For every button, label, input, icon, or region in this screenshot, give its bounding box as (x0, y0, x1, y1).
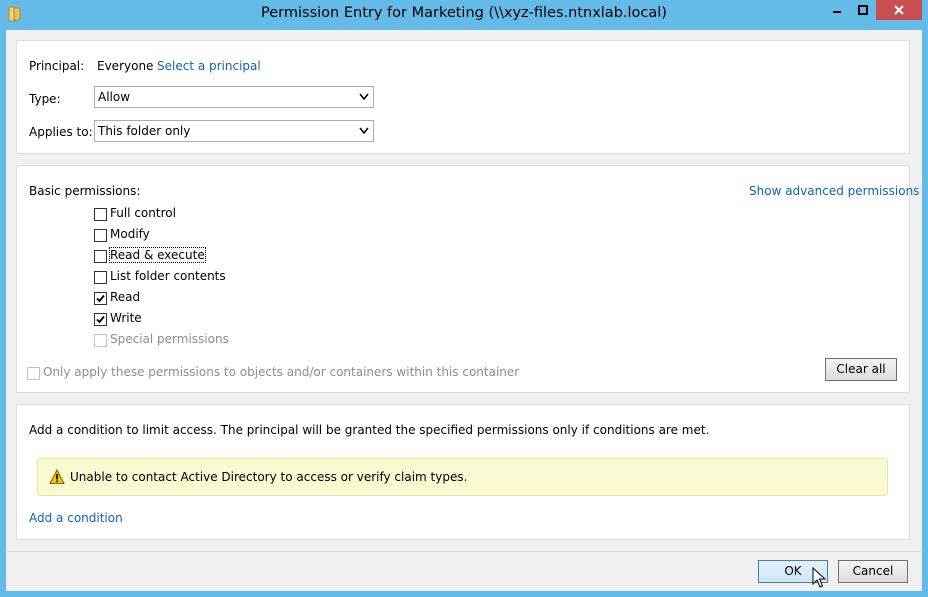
select-principal-link[interactable]: Select a principal (157, 59, 261, 73)
condition-description: Add a condition to limit access. The pri… (29, 423, 710, 437)
basic-permissions-label: Basic permissions: (29, 184, 141, 198)
type-dropdown[interactable]: Allow (94, 86, 374, 108)
ad-warning-box: Unable to contact Active Directory to ac… (37, 458, 888, 496)
warning-icon (49, 469, 65, 484)
minimize-button[interactable] (824, 0, 850, 20)
title-bar[interactable]: Permission Entry for Marketing (\\xyz-fi… (0, 0, 928, 30)
applies-to-dropdown[interactable]: This folder only (94, 120, 374, 142)
only-apply-checkbox (27, 367, 40, 380)
full-control-checkbox[interactable] (94, 208, 107, 221)
maximize-button[interactable] (850, 0, 876, 20)
list-folder-contents-label: List folder contents (110, 269, 226, 283)
principal-panel: Principal: Everyone Select a principal T… (16, 40, 910, 154)
checkmark-icon (96, 315, 105, 324)
special-permissions-label: Special permissions (110, 332, 229, 346)
applies-to-dropdown-value: This folder only (98, 124, 191, 138)
principal-label: Principal: (29, 59, 85, 73)
type-dropdown-value: Allow (98, 90, 131, 104)
principal-value: Everyone (97, 59, 154, 73)
full-control-label: Full control (110, 206, 176, 220)
read-execute-label: Read & execute (109, 247, 206, 263)
clear-all-button[interactable]: Clear all (825, 358, 897, 381)
close-button[interactable] (876, 0, 922, 20)
add-condition-link[interactable]: Add a condition (29, 511, 123, 525)
special-permissions-checkbox (94, 334, 107, 347)
mouse-cursor-icon (812, 567, 826, 588)
dialog-client-area: Principal: Everyone Select a principal T… (6, 30, 922, 591)
list-folder-contents-checkbox[interactable] (94, 271, 107, 284)
applies-to-label: Applies to: (29, 125, 93, 139)
close-icon (894, 5, 904, 15)
checkmark-icon (96, 294, 105, 303)
minimize-icon (833, 11, 841, 13)
permission-entry-window: Permission Entry for Marketing (\\xyz-fi… (0, 0, 928, 597)
chevron-down-icon (359, 127, 369, 135)
modify-checkbox[interactable] (94, 229, 107, 242)
write-label: Write (110, 311, 142, 325)
footer-divider (6, 551, 922, 552)
read-execute-checkbox[interactable] (94, 250, 107, 263)
show-advanced-permissions-link[interactable]: Show advanced permissions (749, 184, 919, 198)
window-title: Permission Entry for Marketing (\\xyz-fi… (261, 5, 667, 21)
only-apply-label: Only apply these permissions to objects … (43, 365, 520, 379)
modify-label: Modify (110, 227, 150, 241)
read-checkbox[interactable] (94, 292, 107, 305)
chevron-down-icon (359, 93, 369, 101)
cancel-button[interactable]: Cancel (838, 560, 908, 583)
read-label: Read (110, 290, 141, 304)
ad-warning-text: Unable to contact Active Directory to ac… (70, 470, 468, 484)
condition-panel: Add a condition to limit access. The pri… (16, 404, 910, 540)
write-checkbox[interactable] (94, 313, 107, 326)
type-label: Type: (29, 92, 61, 106)
permissions-panel: Basic permissions: Show advanced permiss… (16, 165, 919, 393)
maximize-icon (858, 5, 868, 15)
